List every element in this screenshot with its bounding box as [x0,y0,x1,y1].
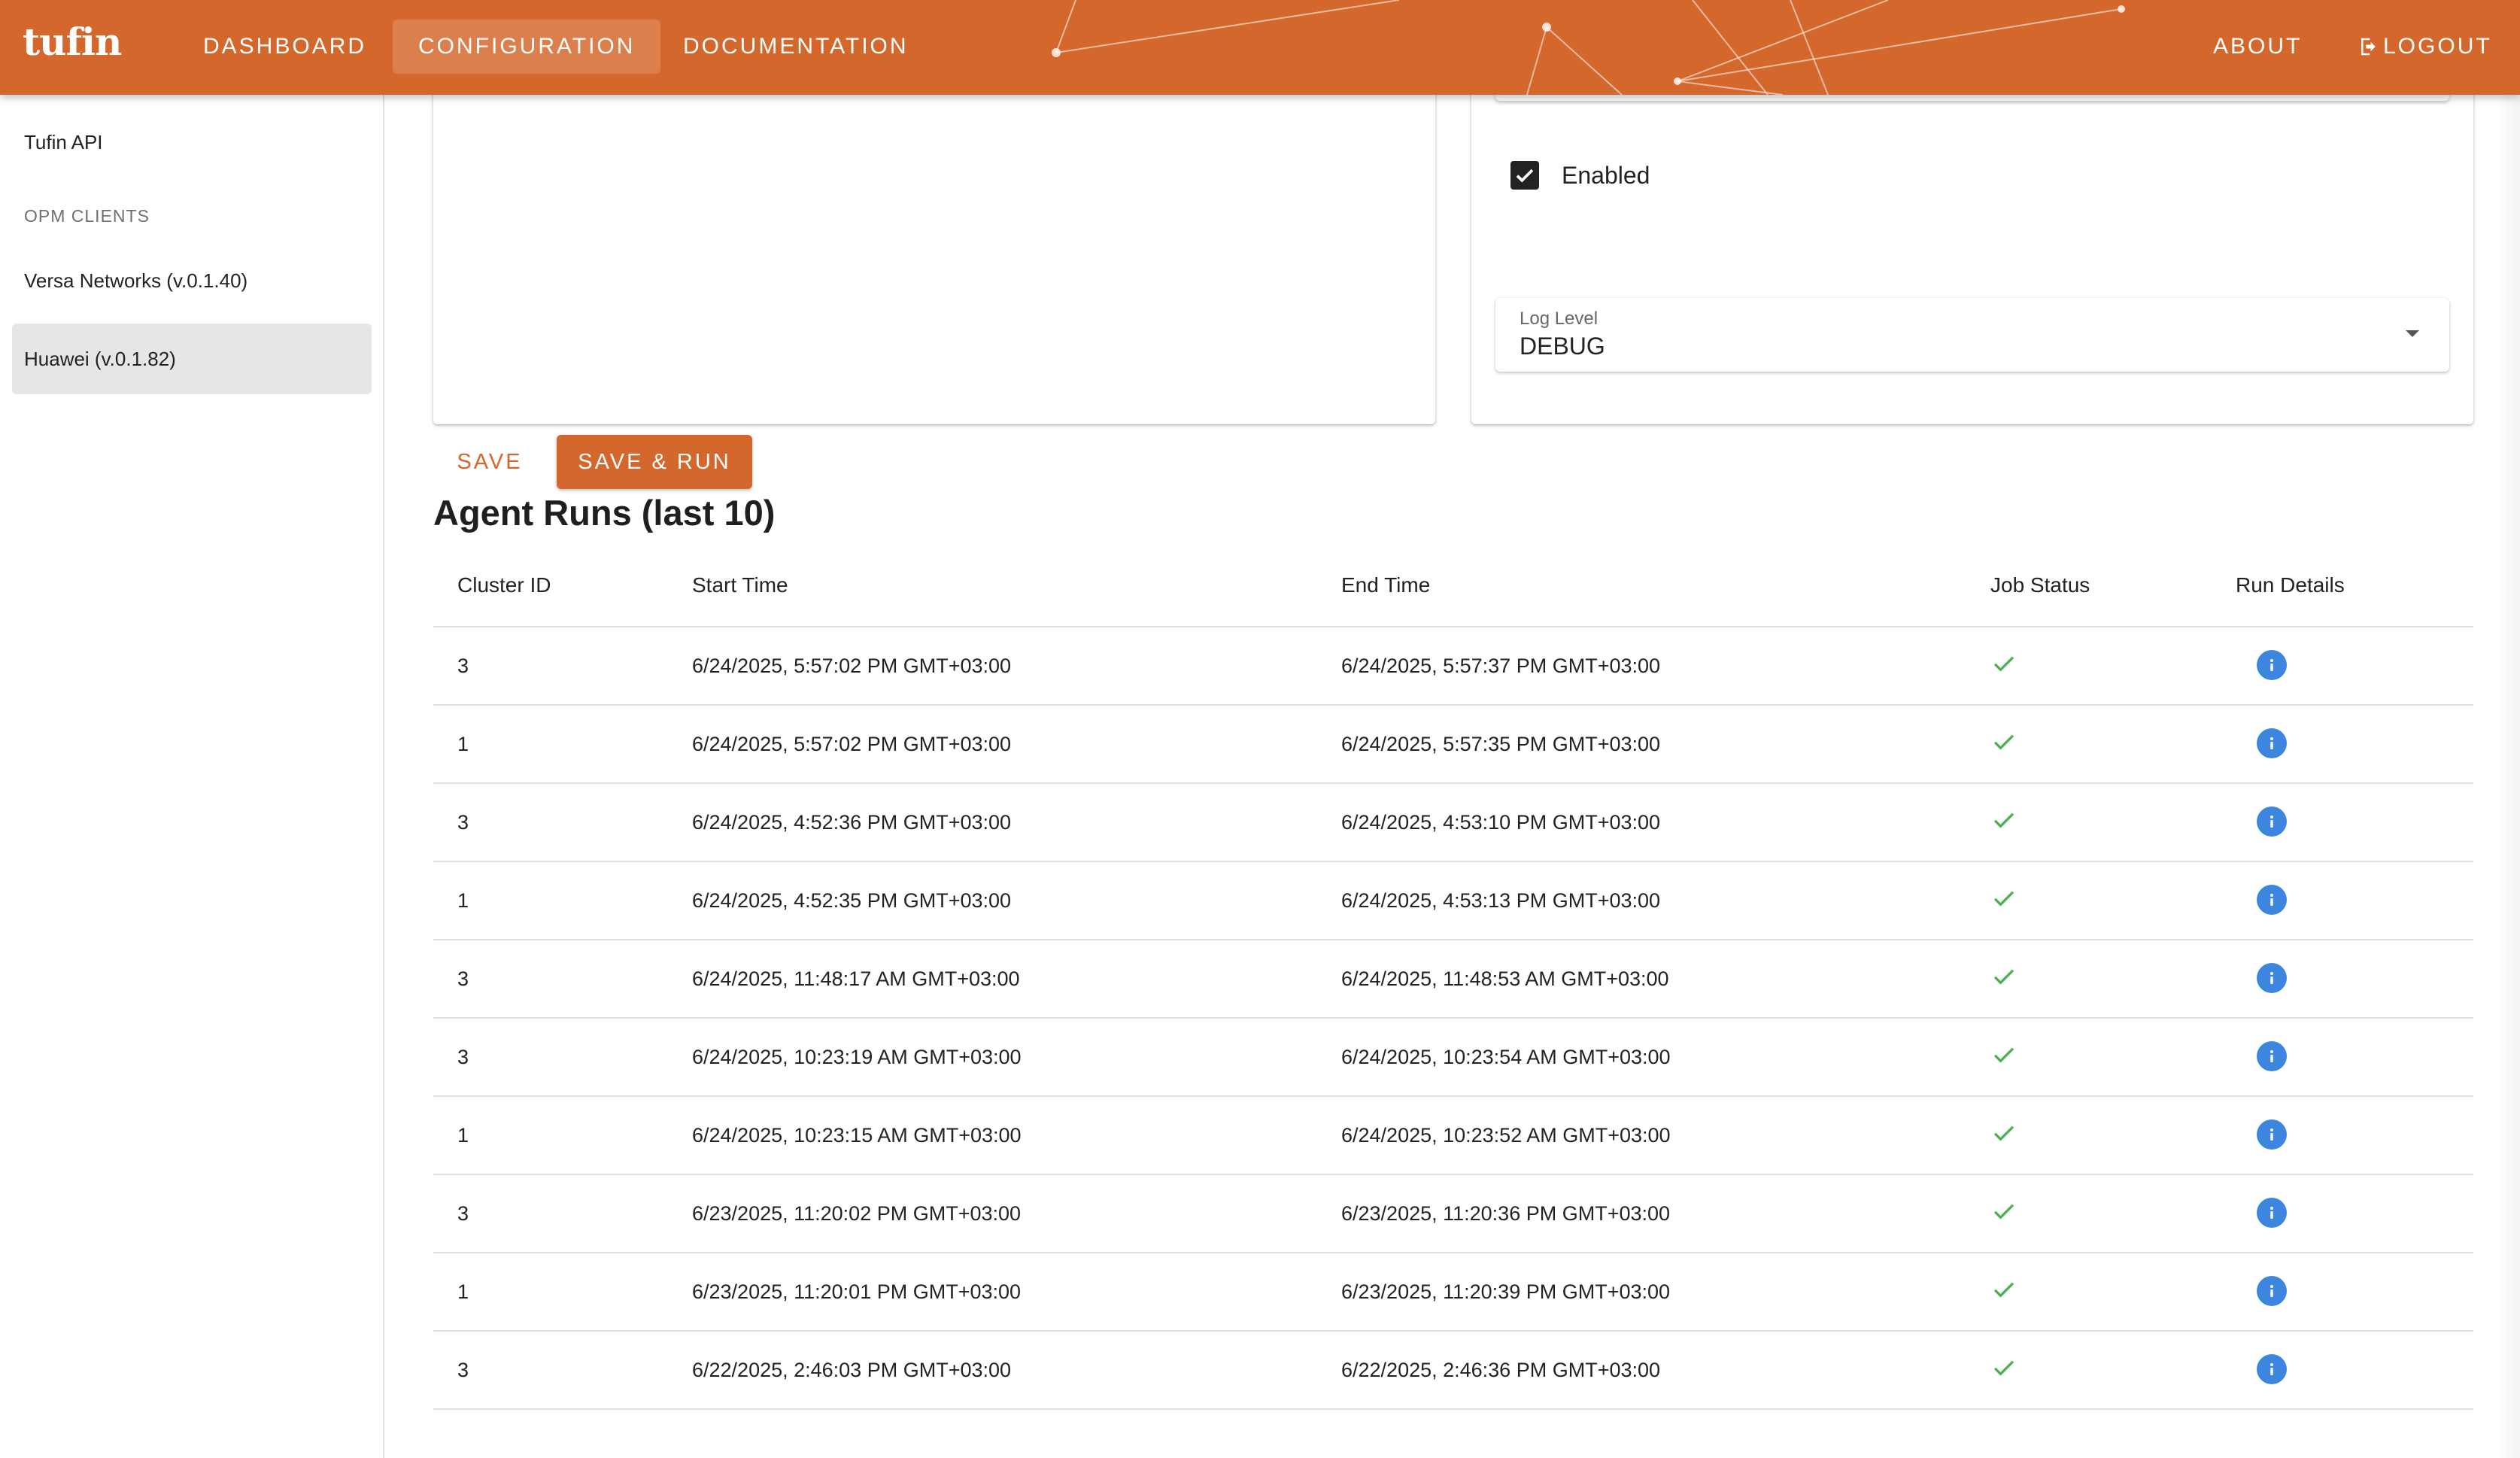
cell-cluster-id: 3 [457,655,469,677]
cell-start-time: 6/24/2025, 4:52:35 PM GMT+03:00 [692,889,1012,912]
info-icon[interactable] [2257,650,2287,680]
info-icon[interactable] [2257,885,2287,915]
table-row: 1 6/24/2025, 5:57:02 PM GMT+03:00 6/24/202… [433,706,2473,784]
check-icon [1516,169,1534,183]
cell-start-time: 6/24/2025, 5:57:02 PM GMT+03:00 [692,655,1012,677]
table-row: 1 6/24/2025, 10:23:15 AM GMT+03:00 6/24/20… [433,1097,2473,1175]
table-row: 3 6/24/2025, 10:23:19 AM GMT+03:00 6/24/20… [433,1019,2473,1097]
log-level-select[interactable]: Log Level DEBUG [1495,298,2449,372]
enabled-label: Enabled [1562,161,1650,189]
check-icon [1990,728,2018,761]
sidebar: Tufin API OPM CLIENTS Versa Networks (v.… [0,95,384,1458]
cell-cluster-id: 3 [457,1359,469,1381]
check-icon [1990,1354,2018,1387]
cell-start-time: 6/22/2025, 2:46:03 PM GMT+03:00 [692,1359,1012,1381]
check-icon [1990,885,2018,917]
cell-cluster-id: 3 [457,811,469,834]
check-icon [1990,963,2018,995]
enabled-checkbox-row[interactable]: Enabled [1510,158,1650,193]
table-body: 3 6/24/2025, 5:57:02 PM GMT+03:00 6/24/202… [433,627,2473,1410]
table-row: 3 6/24/2025, 4:52:36 PM GMT+03:00 6/24/202… [433,784,2473,862]
cell-end-time: 6/24/2025, 10:23:52 AM GMT+03:00 [1341,1124,1671,1147]
table-row: 3 6/22/2025, 2:46:03 PM GMT+03:00 6/22/202… [433,1332,2473,1410]
cell-end-time: 6/24/2025, 4:53:13 PM GMT+03:00 [1341,889,1661,912]
sidebar-item-huawei[interactable]: Huawei (v.0.1.82) [12,323,372,394]
scrollbar-track[interactable] [2496,95,2520,1458]
table-header: Cluster ID Start Time End Time Job Statu… [433,549,2473,627]
sidebar-item-tufin-api[interactable]: Tufin API [12,107,372,178]
check-icon [1990,1119,2018,1152]
cell-cluster-id: 3 [457,967,469,990]
column-header-job-status[interactable]: Job Status [1990,573,2090,597]
logout-icon [2361,38,2376,56]
cell-cluster-id: 1 [457,733,469,755]
column-header-end-time[interactable]: End Time [1341,573,1430,597]
log-level-label: Log Level [1520,308,1599,329]
check-icon [1990,1198,2018,1230]
cell-start-time: 6/23/2025, 11:20:02 PM GMT+03:00 [692,1202,1022,1225]
cell-end-time: 6/24/2025, 4:53:10 PM GMT+03:00 [1341,811,1661,834]
logout-label: LOGOUT [2383,34,2492,59]
check-icon [1990,1041,2018,1074]
cell-end-time: 6/24/2025, 11:48:53 AM GMT+03:00 [1341,967,1669,990]
check-icon [1990,1276,2018,1308]
agent-runs-title: Agent Runs (last 10) [433,493,776,533]
cell-start-time: 6/23/2025, 11:20:01 PM GMT+03:00 [692,1280,1022,1303]
cell-end-time: 6/23/2025, 11:20:39 PM GMT+03:00 [1341,1280,1671,1303]
info-icon[interactable] [2257,1119,2287,1150]
log-level-value: DEBUG [1520,333,1605,360]
info-icon[interactable] [2257,728,2287,758]
config-card-left [433,60,1435,424]
check-icon [1990,650,2018,682]
save-and-run-button[interactable]: SAVE & RUN [557,435,752,489]
sidebar-section-opm-clients: OPM CLIENTS [24,206,150,226]
nav-logout[interactable]: LOGOUT [2342,20,2507,74]
cell-start-time: 6/24/2025, 11:48:17 AM GMT+03:00 [692,967,1020,990]
cell-cluster-id: 1 [457,1280,469,1303]
cell-cluster-id: 1 [457,889,469,912]
nav-about[interactable]: ABOUT [2188,20,2327,74]
info-icon[interactable] [2257,1276,2287,1306]
cell-end-time: 6/24/2025, 5:57:35 PM GMT+03:00 [1341,733,1661,755]
cell-start-time: 6/24/2025, 10:23:19 AM GMT+03:00 [692,1046,1022,1068]
cell-end-time: 6/24/2025, 5:57:37 PM GMT+03:00 [1341,655,1661,677]
info-icon[interactable] [2257,1041,2287,1071]
enabled-checkbox[interactable] [1510,161,1539,190]
table-row: 3 6/24/2025, 11:48:17 AM GMT+03:00 6/24/20… [433,940,2473,1019]
agent-runs-table: Cluster ID Start Time End Time Job Statu… [433,549,2473,1410]
cell-cluster-id: 3 [457,1202,469,1225]
column-header-cluster-id[interactable]: Cluster ID [457,573,551,597]
nav-documentation[interactable]: DOCUMENTATION [657,20,934,74]
cell-start-time: 6/24/2025, 10:23:15 AM GMT+03:00 [692,1124,1022,1147]
dropdown-arrow-icon [2406,330,2419,337]
check-icon [1990,806,2018,839]
info-icon[interactable] [2257,963,2287,993]
info-icon[interactable] [2257,1354,2287,1384]
cell-start-time: 6/24/2025, 5:57:02 PM GMT+03:00 [692,733,1012,755]
save-button[interactable]: SAVE [439,435,540,489]
top-app-bar: tufin DASHBOARD CONFIGURATION DOCUMENTAT… [0,0,2520,95]
cell-cluster-id: 1 [457,1124,469,1147]
cell-end-time: 6/24/2025, 10:23:54 AM GMT+03:00 [1341,1046,1671,1068]
sidebar-item-versa-networks[interactable]: Versa Networks (v.0.1.40) [12,245,372,316]
table-row: 1 6/23/2025, 11:20:01 PM GMT+03:00 6/23/20… [433,1253,2473,1332]
table-row: 3 6/23/2025, 11:20:02 PM GMT+03:00 6/23/20… [433,1175,2473,1253]
column-header-start-time[interactable]: Start Time [692,573,788,597]
info-icon[interactable] [2257,806,2287,837]
cell-start-time: 6/24/2025, 4:52:36 PM GMT+03:00 [692,811,1012,834]
table-row: 3 6/24/2025, 5:57:02 PM GMT+03:00 6/24/202… [433,627,2473,706]
nav-configuration[interactable]: CONFIGURATION [393,20,661,74]
cell-end-time: 6/22/2025, 2:46:36 PM GMT+03:00 [1341,1359,1661,1381]
nav-dashboard[interactable]: DASHBOARD [178,20,392,74]
cell-cluster-id: 3 [457,1046,469,1068]
info-icon[interactable] [2257,1198,2287,1228]
column-header-run-details[interactable]: Run Details [2236,573,2345,597]
table-row: 1 6/24/2025, 4:52:35 PM GMT+03:00 6/24/202… [433,862,2473,940]
tufin-logo[interactable]: tufin [23,20,122,64]
cell-end-time: 6/23/2025, 11:20:36 PM GMT+03:00 [1341,1202,1671,1225]
